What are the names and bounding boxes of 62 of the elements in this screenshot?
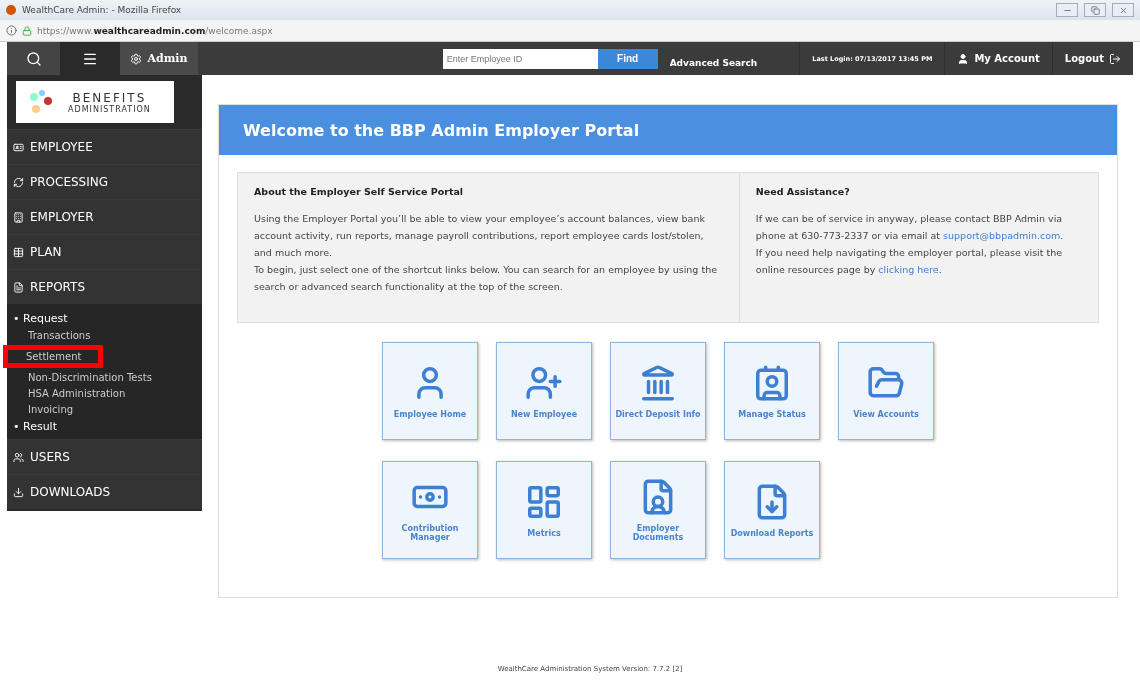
shortcut-tile[interactable]: Contribution Manager <box>382 461 478 559</box>
building-icon <box>13 211 24 223</box>
sidebar-item[interactable]: DOWNLOADS <box>7 474 202 509</box>
lock-icon <box>22 25 32 36</box>
assistance-paragraph: If you need help navigating the employer portal, please visit the online resources page by clicking here. <box>755 246 1064 277</box>
menu-button[interactable] <box>60 42 120 75</box>
assistance-paragraph: If we can be of service in anyway, please contact BBP Admin via phone at 630-773-2337 or via email at support@bbpadmin.com. <box>755 212 1065 243</box>
id-card-icon <box>13 141 24 153</box>
welcome-banner: Welcome to the BBP Admin Employer Portal <box>219 105 1117 155</box>
shortcut-tile[interactable]: Employee Home <box>382 342 478 440</box>
restore-icon <box>1090 5 1100 15</box>
person-icon <box>957 52 970 65</box>
close-icon <box>1118 5 1128 15</box>
info-icon[interactable] <box>6 25 17 36</box>
sidebar-item[interactable]: EMPLOYEE <box>7 129 202 164</box>
document-icon <box>13 281 24 293</box>
employee-id-field[interactable]: Enter Employee ID <box>442 48 598 69</box>
sidebar-item[interactable]: PROCESSING <box>7 164 202 199</box>
submenu-group[interactable]: • Result <box>7 418 202 435</box>
admin-button[interactable]: Admin <box>120 42 198 75</box>
shortcut-tile[interactable]: View Accounts <box>838 342 934 440</box>
logout-link[interactable]: Logout <box>1051 42 1133 75</box>
browser-logo-icon <box>6 5 16 15</box>
submenu-item[interactable]: Invoicing <box>9 402 92 417</box>
shortcut-tile[interactable]: Manage Status <box>724 342 820 440</box>
shortcut-tile[interactable]: Metrics <box>496 461 592 559</box>
restore-button[interactable] <box>1084 3 1106 17</box>
sidebar-item[interactable]: EMPLOYER <box>7 199 202 234</box>
search-icon <box>25 50 42 67</box>
submenu-group[interactable]: • Request <box>7 310 202 327</box>
shortcut-tile[interactable]: Download Reports <box>724 461 820 559</box>
about-paragraph: Using the Employer Portal you’ll be able to view your employee’s account balances, view bank account activity, run reports, manage payroll contributions, report employee cards lost/stolen, and much more. <box>254 212 706 260</box>
window-title: WealthCare Admin: - Mozilla Firefox <box>22 5 183 15</box>
assistance-heading: Need Assistance? <box>755 185 851 199</box>
my-account-link[interactable]: My Account <box>944 42 1052 75</box>
close-button[interactable] <box>1112 3 1134 17</box>
contact-card-icon <box>753 363 791 402</box>
refresh-icon <box>13 176 24 188</box>
minimize-button[interactable] <box>1056 3 1078 17</box>
download-icon <box>13 486 24 498</box>
table-icon <box>13 246 24 258</box>
about-heading: About the Employer Self Service Portal <box>254 185 465 199</box>
logo-text: BENEFITS <box>72 90 147 105</box>
address-bar[interactable]: https://www.wealthcareadmin.com/welcome.aspx <box>37 25 273 36</box>
logo-subtitle: ADMINISTRATION <box>68 104 151 114</box>
gear-icon <box>130 52 143 65</box>
submenu-item[interactable]: Non-Discrimination Tests <box>9 370 170 385</box>
sidebar-item[interactable]: REPORTS <box>7 269 202 304</box>
search-button[interactable] <box>7 42 60 75</box>
about-paragraph: To begin, just select one of the shortcut links below. You can search for an employee by using the search or advanced search functionality at the top of the screen. <box>254 263 718 294</box>
find-button[interactable]: Find <box>597 48 658 69</box>
logout-icon <box>1109 52 1121 65</box>
sidebar-item[interactable]: USERS <box>7 439 202 474</box>
shortcut-tile[interactable]: New Employee <box>496 342 592 440</box>
advanced-search-link[interactable]: Advanced Search <box>657 42 770 75</box>
submenu-item[interactable]: Transactions <box>9 328 109 343</box>
shortcut-tile[interactable]: Employer Documents <box>610 461 706 559</box>
submenu-item[interactable]: HSA Administration <box>9 386 144 401</box>
users-icon <box>13 451 24 463</box>
clicking-here-link[interactable]: clicking here <box>878 264 939 275</box>
bank-icon <box>639 363 677 402</box>
sidebar-item[interactable]: PLAN <box>7 234 202 269</box>
